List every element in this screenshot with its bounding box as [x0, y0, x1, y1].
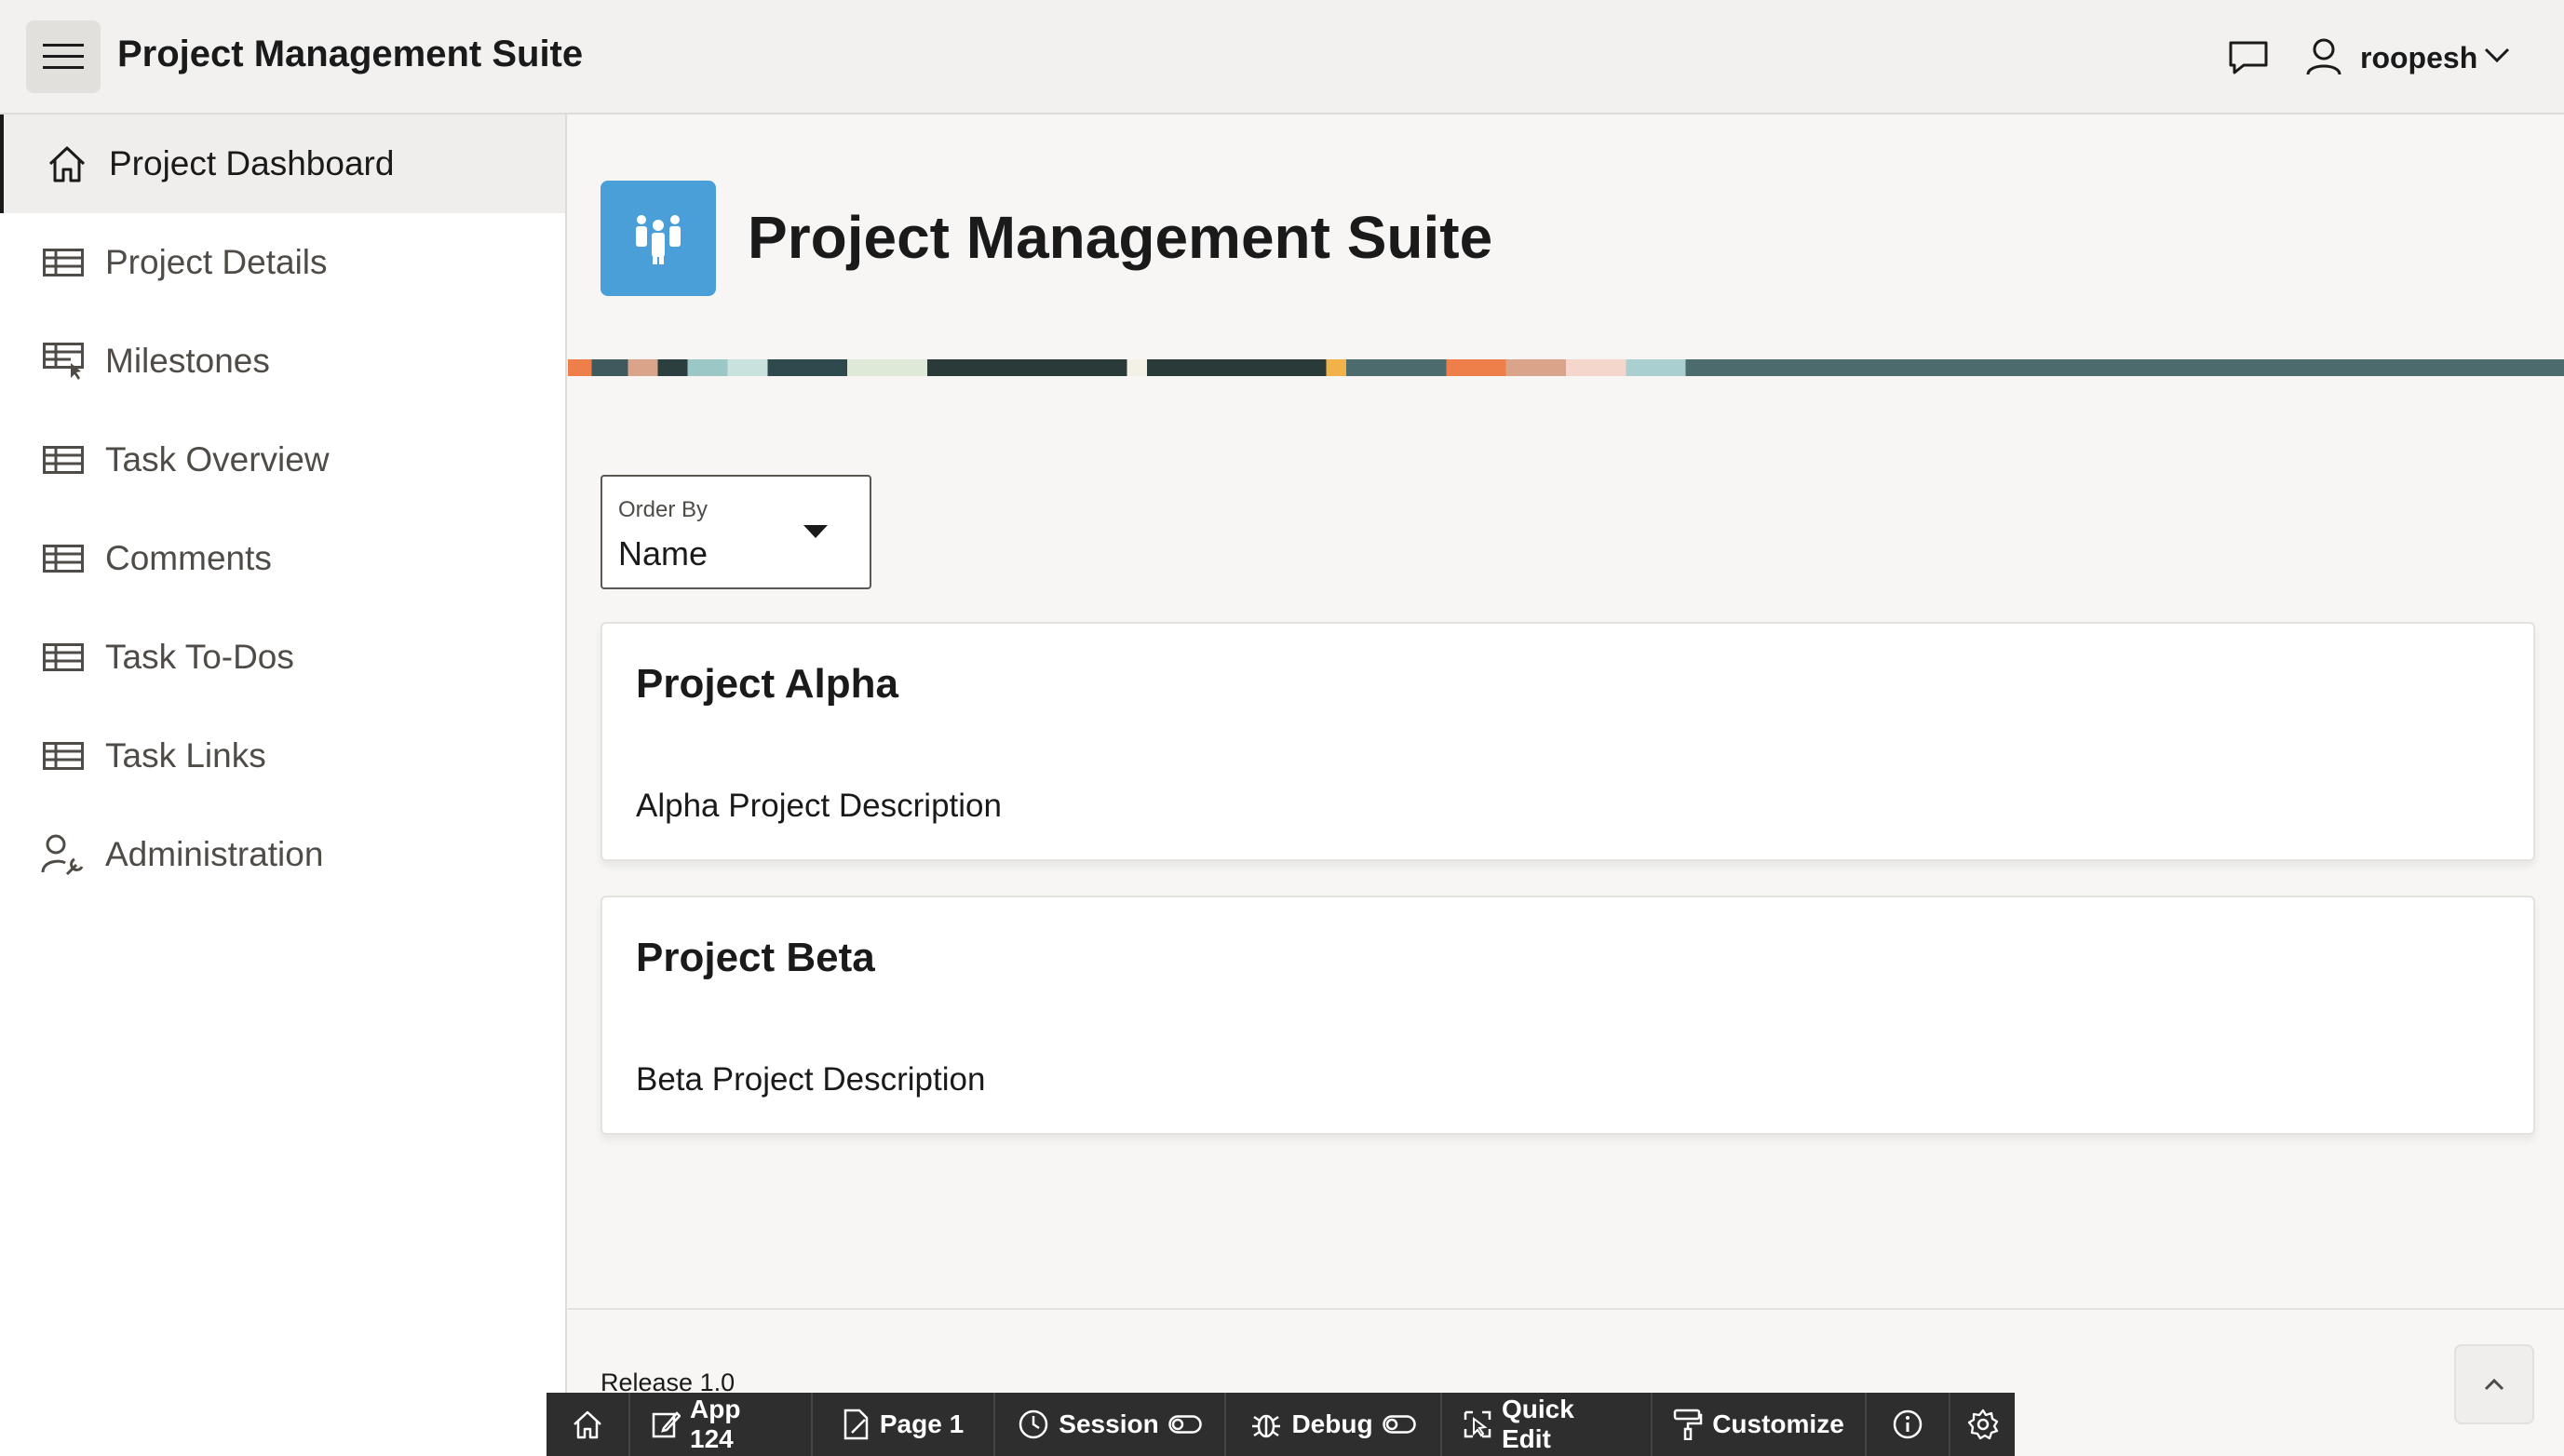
user-menu-name[interactable]: roopesh: [2360, 41, 2477, 75]
user-icon[interactable]: [2305, 37, 2342, 76]
home-icon: [574, 1410, 601, 1439]
sidebar-nav: Project Dashboard Project Details Milest…: [0, 115, 567, 1456]
clock-icon: [1019, 1409, 1048, 1439]
project-card[interactable]: Project Alpha Alpha Project Description: [601, 622, 2535, 861]
sidebar-item-label: Task Overview: [105, 440, 330, 479]
order-by-select[interactable]: Order By Name: [601, 475, 871, 589]
sidebar-item-task-overview[interactable]: Task Overview: [0, 411, 565, 509]
devbar-page-label: Page 1: [879, 1409, 965, 1438]
table-icon: [41, 240, 86, 285]
devbar-settings-button[interactable]: [1950, 1393, 2015, 1456]
top-header: Project Management Suite roopesh: [0, 0, 2564, 115]
sidebar-item-label: Milestones: [105, 342, 270, 380]
devbar-debug-button[interactable]: Debug: [1226, 1393, 1442, 1456]
devbar-quick-edit-button[interactable]: Quick Edit: [1442, 1393, 1653, 1456]
sidebar-item-label: Task To-Dos: [105, 638, 294, 676]
sidebar-item-task-todos[interactable]: Task To-Dos: [0, 608, 565, 707]
project-card-description: Beta Project Description: [636, 1061, 986, 1098]
hamburger-menu-button[interactable]: [26, 20, 101, 93]
table-icon: [41, 536, 86, 581]
sidebar-item-task-links[interactable]: Task Links: [0, 707, 565, 805]
sidebar-item-milestones[interactable]: Milestones: [0, 312, 565, 411]
sidebar-item-label: Comments: [105, 539, 272, 577]
page-edit-icon: [843, 1409, 869, 1440]
table-pointer-icon: [41, 339, 86, 384]
bug-icon: [1252, 1414, 1281, 1438]
devbar-app-label: App 124: [690, 1395, 741, 1453]
developer-toolbar: App 124 Page 1 Session Debug Quick Edit …: [547, 1393, 2015, 1456]
devbar-quick-edit-label: Quick Edit: [1502, 1395, 1574, 1453]
project-card[interactable]: Project Beta Beta Project Description: [601, 896, 2535, 1135]
table-icon: [41, 734, 86, 778]
quick-edit-icon: [1464, 1410, 1491, 1438]
decorative-banner: [568, 359, 2564, 376]
order-by-label: Order By: [618, 497, 708, 522]
devbar-debug-label: Debug: [1291, 1409, 1373, 1438]
order-by-value: Name: [618, 534, 708, 573]
table-icon: [41, 438, 86, 482]
devbar-customize-label: Customize: [1712, 1409, 1844, 1438]
project-card-title[interactable]: Project Beta: [636, 935, 875, 981]
scroll-to-top-button[interactable]: [2454, 1344, 2534, 1424]
devbar-session-button[interactable]: Session: [995, 1393, 1226, 1456]
hamburger-icon: [43, 44, 84, 69]
edit-icon: [652, 1411, 681, 1438]
project-card-description: Alpha Project Description: [636, 788, 1002, 824]
sidebar-item-label: Task Links: [105, 736, 266, 775]
table-icon: [41, 635, 86, 680]
gear-icon: [1967, 1409, 1998, 1440]
sidebar-item-label: Project Details: [105, 243, 328, 281]
devbar-session-label: Session: [1059, 1409, 1159, 1438]
sidebar-item-label: Administration: [105, 835, 324, 873]
home-icon: [45, 142, 89, 186]
app-title[interactable]: Project Management Suite: [117, 34, 583, 75]
app-logo-icon: [601, 181, 716, 296]
sidebar-item-label: Project Dashboard: [109, 144, 395, 182]
page-title: Project Management Suite: [748, 204, 1493, 271]
devbar-customize-button[interactable]: Customize: [1653, 1393, 1867, 1456]
sidebar-item-project-dashboard[interactable]: Project Dashboard: [0, 115, 565, 213]
sidebar-item-comments[interactable]: Comments: [0, 509, 565, 608]
devbar-page-button[interactable]: Page 1: [813, 1393, 995, 1456]
sidebar-item-administration[interactable]: Administration: [0, 805, 565, 904]
caret-down-icon: [803, 525, 828, 538]
footer-divider: [568, 1308, 2564, 1310]
toggle-icon[interactable]: [1382, 1415, 1416, 1434]
devbar-app-button[interactable]: App 124: [630, 1393, 813, 1456]
chat-icon[interactable]: [2227, 39, 2270, 76]
sidebar-item-project-details[interactable]: Project Details: [0, 213, 565, 312]
toggle-icon[interactable]: [1167, 1415, 1202, 1434]
devbar-info-button[interactable]: [1867, 1393, 1950, 1456]
paint-roller-icon: [1673, 1409, 1703, 1440]
info-icon: [1893, 1409, 1923, 1439]
project-card-title[interactable]: Project Alpha: [636, 661, 898, 708]
devbar-home-button[interactable]: [547, 1393, 630, 1456]
chevron-up-icon: [2484, 1378, 2504, 1391]
user-wrench-icon: [41, 832, 86, 877]
chevron-down-icon[interactable]: [2484, 47, 2510, 63]
